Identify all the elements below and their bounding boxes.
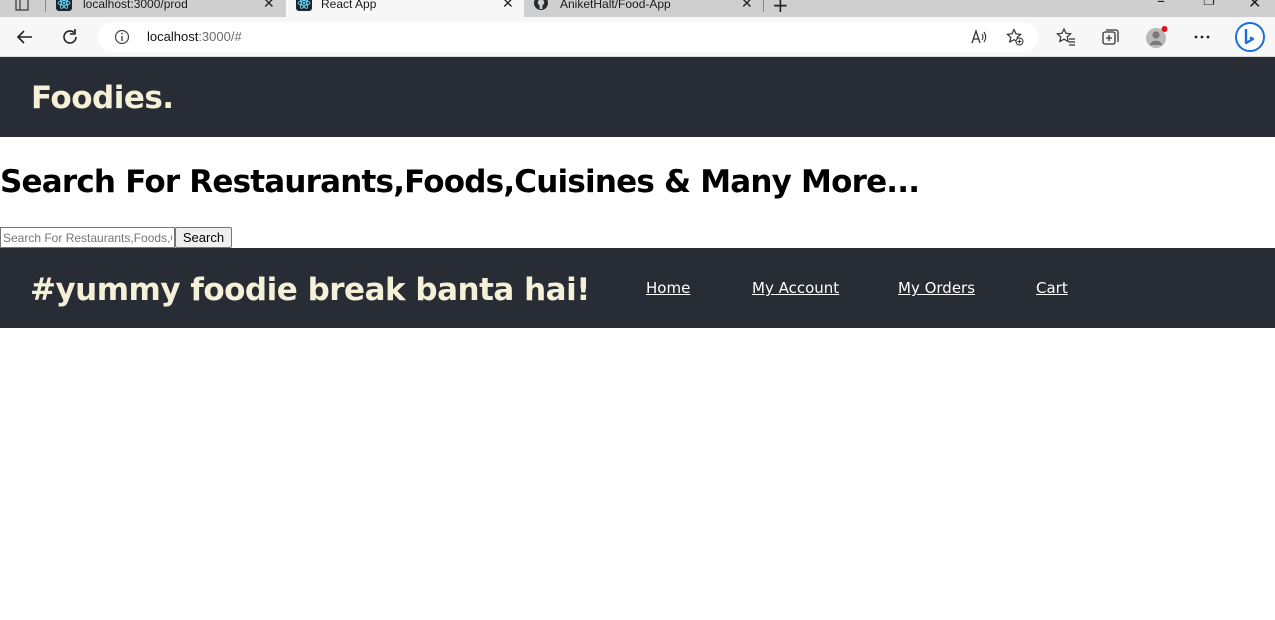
- profile-avatar-icon[interactable]: [1145, 25, 1169, 49]
- nav-link-home[interactable]: Home: [646, 279, 690, 297]
- tab-separator: [763, 0, 764, 12]
- favorites-icon[interactable]: [1056, 27, 1076, 47]
- tab-title: React App: [321, 0, 377, 11]
- more-menu-icon[interactable]: [1192, 27, 1212, 47]
- github-icon: [534, 0, 548, 10]
- info-icon[interactable]: [114, 29, 130, 45]
- logo[interactable]: Foodies.: [31, 80, 174, 116]
- close-window-icon[interactable]: ✕: [1248, 0, 1261, 12]
- tab-title: localhost:3000/prod: [83, 0, 188, 11]
- tab-localhost-prod[interactable]: localhost:3000/prod ✕: [46, 0, 284, 17]
- close-tab-icon[interactable]: ✕: [263, 0, 275, 10]
- collections-icon[interactable]: [1100, 27, 1120, 47]
- url-path: :3000/#: [198, 29, 242, 44]
- url-host: localhost: [147, 29, 199, 44]
- url-text[interactable]: localhost:3000/#: [147, 29, 242, 44]
- tagline: #yummy foodie break banta hai!: [30, 272, 590, 308]
- nav-header: #yummy foodie break banta hai! Home My A…: [0, 248, 1275, 328]
- nav-link-my-account[interactable]: My Account: [752, 279, 839, 297]
- add-favorite-icon[interactable]: [1006, 28, 1024, 46]
- read-aloud-icon[interactable]: [970, 28, 988, 46]
- tab-actions-icon[interactable]: [12, 0, 32, 14]
- tab-react-app[interactable]: React App ✕: [286, 0, 524, 17]
- bing-chat-icon[interactable]: [1234, 21, 1266, 53]
- tab-strip: localhost:3000/prod ✕ React App ✕ Aniket…: [0, 0, 1275, 17]
- new-tab-icon[interactable]: +: [772, 0, 789, 17]
- nav-link-cart[interactable]: Cart: [1036, 279, 1068, 297]
- search-input[interactable]: [0, 227, 175, 248]
- browser-toolbar: localhost:3000/#: [0, 17, 1275, 57]
- search-heading: Search For Restaurants,Foods,Cuisines & …: [0, 164, 920, 200]
- tab-github-food-app[interactable]: AniketHalt/Food-App ✕: [526, 0, 762, 17]
- react-icon: [56, 0, 72, 11]
- close-tab-icon[interactable]: ✕: [741, 0, 753, 10]
- back-icon[interactable]: [15, 27, 35, 47]
- top-header: Foodies.: [0, 57, 1275, 137]
- page-content: Foodies. Search For Restaurants,Foods,Cu…: [0, 57, 1275, 620]
- search-button[interactable]: Search: [175, 227, 232, 248]
- nav-link-my-orders[interactable]: My Orders: [898, 279, 975, 297]
- react-icon: [296, 0, 312, 11]
- restore-icon[interactable]: ❐: [1203, 0, 1215, 9]
- refresh-icon[interactable]: [60, 27, 80, 47]
- address-bar[interactable]: localhost:3000/#: [98, 22, 1038, 52]
- minimize-icon[interactable]: –: [1157, 0, 1165, 10]
- close-tab-icon[interactable]: ✕: [502, 0, 514, 10]
- tab-title: AniketHalt/Food-App: [560, 0, 671, 11]
